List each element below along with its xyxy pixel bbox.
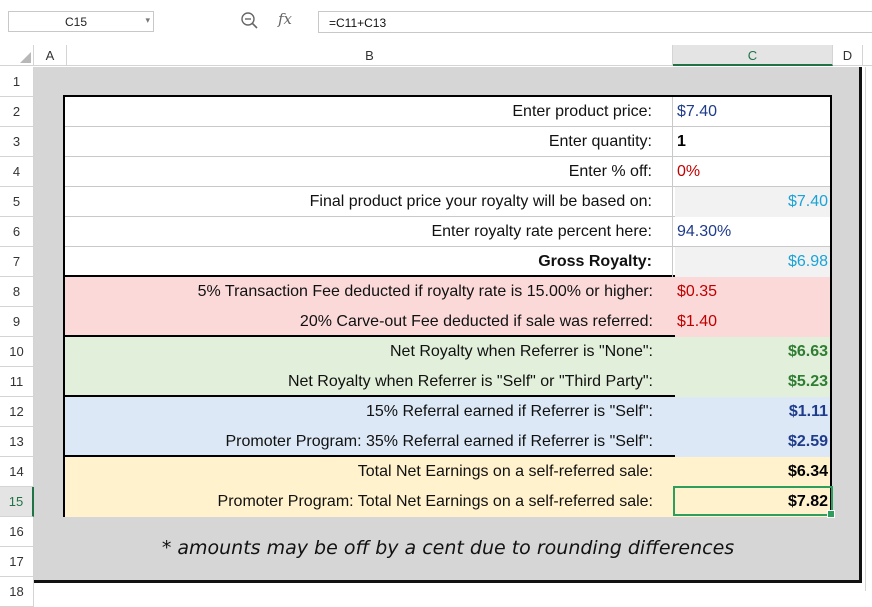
row-value[interactable]: $6.34 bbox=[675, 457, 830, 487]
calculator-row: Enter % off: 0% bbox=[65, 157, 830, 187]
worksheet[interactable]: Enter product price: $7.40 Enter quantity:… bbox=[34, 67, 872, 591]
row-header-11[interactable]: 11 bbox=[0, 367, 34, 397]
row-value[interactable]: $7.40 bbox=[675, 187, 830, 217]
row-value[interactable]: $5.23 bbox=[675, 367, 830, 397]
fill-handle[interactable] bbox=[827, 510, 835, 518]
row-label: Enter quantity: bbox=[65, 127, 673, 157]
column-header-b[interactable]: B bbox=[67, 45, 673, 66]
select-all-icon bbox=[20, 52, 31, 63]
calculator-row: Promoter Program: 35% Referral earned if… bbox=[65, 427, 830, 457]
row-header-17[interactable]: 17 bbox=[0, 547, 34, 577]
row-value[interactable]: 1 bbox=[675, 127, 830, 157]
gray-background-frame: Enter product price: $7.40 Enter quantity:… bbox=[34, 67, 862, 583]
row-header-16[interactable]: 16 bbox=[0, 517, 34, 547]
calculator-row: Net Royalty when Referrer is "None": $6.6… bbox=[65, 337, 830, 367]
row-value[interactable]: 94.30% bbox=[675, 217, 830, 247]
cell-reference: C15 bbox=[65, 15, 88, 29]
row-value[interactable]: $7.40 bbox=[675, 97, 830, 127]
row-header-15[interactable]: 15 bbox=[0, 487, 34, 517]
select-all-corner[interactable] bbox=[0, 45, 34, 66]
row-header-2[interactable]: 2 bbox=[0, 97, 34, 127]
formula-input[interactable]: =C11+C13 bbox=[318, 11, 872, 33]
calculator-row: Enter product price: $7.40 bbox=[65, 97, 830, 127]
row-header-7[interactable]: 7 bbox=[0, 247, 34, 277]
zoom-out-icon[interactable] bbox=[240, 11, 260, 31]
row-label: Gross Royalty: bbox=[65, 247, 673, 277]
row-label: Enter royalty rate percent here: bbox=[65, 217, 673, 247]
row-value[interactable]: $6.63 bbox=[675, 337, 830, 367]
row-header-8[interactable]: 8 bbox=[0, 277, 34, 307]
calculator-row: Gross Royalty: $6.98 bbox=[65, 247, 830, 277]
calculator-row: Net Royalty when Referrer is "Self" or "… bbox=[65, 367, 830, 397]
row-label: Promoter Program: Total Net Earnings on … bbox=[217, 493, 653, 510]
formula-bar: C15 ▾ fx =C11+C13 bbox=[0, 0, 872, 46]
row-label: 20% Carve-out Fee deducted if sale was r… bbox=[299, 313, 653, 330]
row-value[interactable]: $2.59 bbox=[675, 427, 830, 457]
column-header-d[interactable]: D bbox=[833, 45, 863, 66]
calculator-row: Total Net Earnings on a self-referred sa… bbox=[65, 457, 830, 487]
row-header-6[interactable]: 6 bbox=[0, 217, 34, 247]
row-value[interactable]: $1.40 bbox=[675, 307, 830, 337]
column-header-c[interactable]: C bbox=[673, 45, 833, 66]
row-value[interactable]: 0% bbox=[675, 157, 830, 187]
row-label: Final product price your royalty will be… bbox=[65, 187, 673, 217]
row-header-5[interactable]: 5 bbox=[0, 187, 34, 217]
insert-function-icon[interactable]: fx bbox=[278, 10, 292, 28]
row-header-4[interactable]: 4 bbox=[0, 157, 34, 187]
active-cell-selection[interactable] bbox=[673, 486, 835, 518]
row-headers: 1 2 3 4 5 6 7 8 9 10 11 12 13 14 15 16 17 18 bbox=[0, 67, 34, 607]
row-label: 5% Transaction Fee deducted if royalty r… bbox=[197, 283, 653, 300]
column-divider bbox=[865, 67, 866, 591]
row-value[interactable]: $1.11 bbox=[675, 397, 830, 427]
row-header-12[interactable]: 12 bbox=[0, 397, 34, 427]
row-header-3[interactable]: 3 bbox=[0, 127, 34, 157]
calculator-row: Final product price your royalty will be… bbox=[65, 187, 830, 217]
row-value[interactable]: $0.35 bbox=[675, 277, 830, 307]
chevron-down-icon[interactable]: ▾ bbox=[145, 15, 150, 26]
column-header-e[interactable] bbox=[863, 45, 872, 66]
calculator-row: Enter royalty rate percent here: 94.30% bbox=[65, 217, 830, 247]
royalty-calculator: Enter product price: $7.40 Enter quantity:… bbox=[63, 95, 832, 517]
row-header-18[interactable]: 18 bbox=[0, 577, 34, 607]
row-label: Enter % off: bbox=[65, 157, 673, 187]
calculator-row: 20% Carve-out Fee deducted if sale was r… bbox=[65, 307, 830, 337]
row-label: Enter product price: bbox=[65, 97, 673, 127]
calculator-row: 5% Transaction Fee deducted if royalty r… bbox=[65, 277, 830, 307]
row-header-13[interactable]: 13 bbox=[0, 427, 34, 457]
row-label: Net Royalty when Referrer is "Self" or "… bbox=[287, 373, 653, 390]
calculator-row: Enter quantity: 1 bbox=[65, 127, 830, 157]
row-header-9[interactable]: 9 bbox=[0, 307, 34, 337]
row-label: 15% Referral earned if Referrer is "Self… bbox=[365, 403, 653, 420]
row-header-10[interactable]: 10 bbox=[0, 337, 34, 367]
calculator-row: 15% Referral earned if Referrer is "Self… bbox=[65, 397, 830, 427]
name-box[interactable]: C15 ▾ bbox=[8, 11, 154, 32]
column-headers: A B C D bbox=[0, 45, 872, 67]
row-label: Total Net Earnings on a self-referred sa… bbox=[357, 463, 653, 480]
row-header-1[interactable]: 1 bbox=[0, 67, 34, 97]
row-header-14[interactable]: 14 bbox=[0, 457, 34, 487]
row-label: Net Royalty when Referrer is "None": bbox=[389, 343, 653, 360]
row-label: Promoter Program: 35% Referral earned if… bbox=[225, 433, 653, 450]
row-value[interactable]: $6.98 bbox=[675, 247, 830, 277]
column-header-a[interactable]: A bbox=[34, 45, 67, 66]
rounding-footnote: * amounts may be off by a cent due to ro… bbox=[161, 537, 735, 559]
